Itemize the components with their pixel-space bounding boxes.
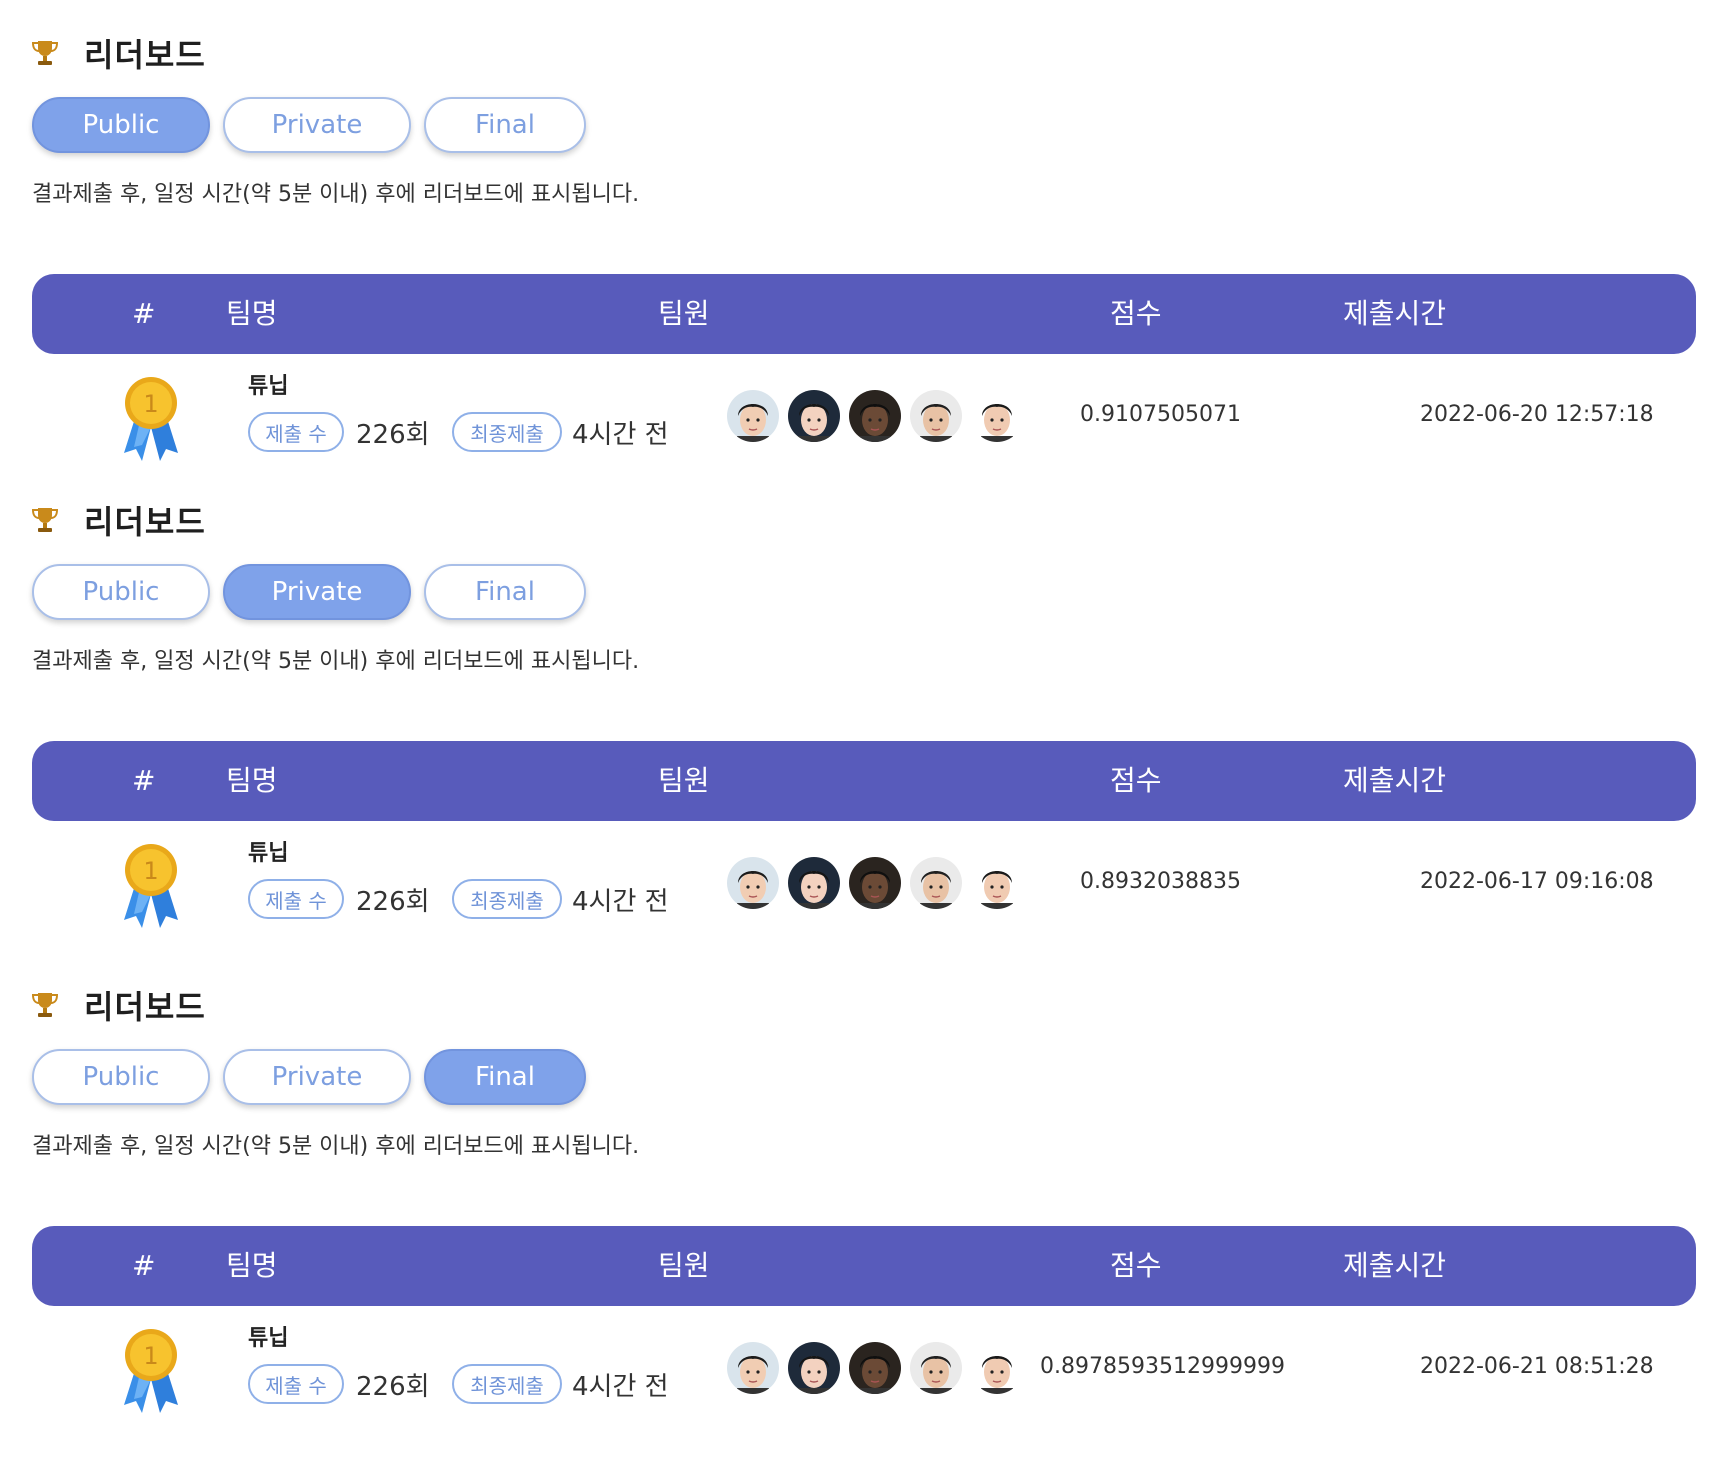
header-time: 제출시간 <box>1343 297 1447 330</box>
avatar[interactable] <box>727 857 779 909</box>
team-name: 튜닙 <box>248 1326 289 1351</box>
member-avatars <box>727 857 1023 909</box>
avatar[interactable] <box>910 857 962 909</box>
submitted-at: 2022-06-20 12:57:18 <box>1420 402 1654 427</box>
final-submission-time: 4시간 전 <box>572 887 669 917</box>
avatar[interactable] <box>727 1342 779 1394</box>
medal-rank-text: 1 <box>143 390 158 418</box>
table-header: # 팀명 팀원 점수 제출시간 <box>32 1226 1696 1306</box>
header-team: 팀명 <box>226 297 278 330</box>
tab-group: Public Private Final <box>32 97 586 153</box>
avatar[interactable] <box>971 857 1023 909</box>
avatar[interactable] <box>971 390 1023 442</box>
leaderboard-note: 결과제출 후, 일정 시간(약 5분 이내) 후에 리더보드에 표시됩니다. <box>32 1134 640 1159</box>
tab-private[interactable]: Private <box>223 97 411 153</box>
submitted-at: 2022-06-17 09:16:08 <box>1420 869 1654 894</box>
leaderboard-title: 리더보드 <box>32 982 206 1028</box>
submissions-count: 226회 <box>356 1372 430 1402</box>
title-label: 리더보드 <box>84 503 206 541</box>
header-members: 팀원 <box>658 1249 710 1282</box>
avatar[interactable] <box>727 390 779 442</box>
tab-final[interactable]: Final <box>424 564 586 620</box>
medal-rank-text: 1 <box>143 1342 158 1370</box>
header-rank: # <box>132 1249 156 1282</box>
table-header: # 팀명 팀원 점수 제출시간 <box>32 274 1696 354</box>
header-team: 팀명 <box>226 764 278 797</box>
team-name: 튜닙 <box>248 841 289 866</box>
avatar[interactable] <box>849 857 901 909</box>
medal-icon: 1 <box>124 844 178 928</box>
submissions-count: 226회 <box>356 420 430 450</box>
score-value: 0.9107505071 <box>1080 402 1241 427</box>
tab-private[interactable]: Private <box>223 564 411 620</box>
tab-public[interactable]: Public <box>32 97 210 153</box>
score-value: 0.8932038835 <box>1080 869 1241 894</box>
submissions-chip: 제출 수 <box>248 1364 344 1404</box>
table-row[interactable]: 1 튜닙 제출 수 226회 최종제출 4시간 전 0.8932038835 2… <box>0 827 1718 937</box>
medal-icon: 1 <box>124 377 178 461</box>
tab-group: Public Private Final <box>32 1049 586 1105</box>
leaderboard-note: 결과제출 후, 일정 시간(약 5분 이내) 후에 리더보드에 표시됩니다. <box>32 649 640 674</box>
table-row[interactable]: 1 튜닙 제출 수 226회 최종제출 4시간 전 0.9107505071 2… <box>0 360 1718 470</box>
tab-private[interactable]: Private <box>223 1049 411 1105</box>
header-members: 팀원 <box>658 297 710 330</box>
member-avatars <box>727 1342 1023 1394</box>
avatar[interactable] <box>849 390 901 442</box>
final-submission-chip: 최종제출 <box>452 412 562 452</box>
leaderboard-title: 리더보드 <box>32 30 206 76</box>
final-submission-time: 4시간 전 <box>572 420 669 450</box>
tab-final[interactable]: Final <box>424 1049 586 1105</box>
submissions-chip: 제출 수 <box>248 412 344 452</box>
team-name: 튜닙 <box>248 374 289 399</box>
avatar[interactable] <box>788 1342 840 1394</box>
score-value: 0.8978593512999999 <box>1040 1354 1285 1379</box>
submissions-chip: 제출 수 <box>248 879 344 919</box>
header-score: 점수 <box>1110 297 1162 330</box>
tab-public[interactable]: Public <box>32 564 210 620</box>
medal-icon: 1 <box>124 1329 178 1413</box>
trophy-icon <box>32 993 58 1017</box>
trophy-icon <box>32 508 58 532</box>
avatar[interactable] <box>910 390 962 442</box>
member-avatars <box>727 390 1023 442</box>
tab-group: Public Private Final <box>32 564 586 620</box>
title-label: 리더보드 <box>84 988 206 1026</box>
final-submission-chip: 최종제출 <box>452 879 562 919</box>
header-time: 제출시간 <box>1343 1249 1447 1282</box>
tab-final[interactable]: Final <box>424 97 586 153</box>
submissions-count: 226회 <box>356 887 430 917</box>
submitted-at: 2022-06-21 08:51:28 <box>1420 1354 1654 1379</box>
avatar[interactable] <box>788 857 840 909</box>
final-submission-time: 4시간 전 <box>572 1372 669 1402</box>
avatar[interactable] <box>910 1342 962 1394</box>
medal-rank-text: 1 <box>143 857 158 885</box>
avatar[interactable] <box>849 1342 901 1394</box>
leaderboard-note: 결과제출 후, 일정 시간(약 5분 이내) 후에 리더보드에 표시됩니다. <box>32 182 640 207</box>
table-row[interactable]: 1 튜닙 제출 수 226회 최종제출 4시간 전 0.897859351299… <box>0 1312 1718 1422</box>
trophy-icon <box>32 41 58 65</box>
avatar[interactable] <box>788 390 840 442</box>
header-score: 점수 <box>1110 764 1162 797</box>
header-members: 팀원 <box>658 764 710 797</box>
title-label: 리더보드 <box>84 36 206 74</box>
header-rank: # <box>132 764 156 797</box>
header-time: 제출시간 <box>1343 764 1447 797</box>
tab-public[interactable]: Public <box>32 1049 210 1105</box>
header-score: 점수 <box>1110 1249 1162 1282</box>
leaderboard-title: 리더보드 <box>32 497 206 543</box>
final-submission-chip: 최종제출 <box>452 1364 562 1404</box>
avatar[interactable] <box>971 1342 1023 1394</box>
header-team: 팀명 <box>226 1249 278 1282</box>
table-header: # 팀명 팀원 점수 제출시간 <box>32 741 1696 821</box>
header-rank: # <box>132 297 156 330</box>
